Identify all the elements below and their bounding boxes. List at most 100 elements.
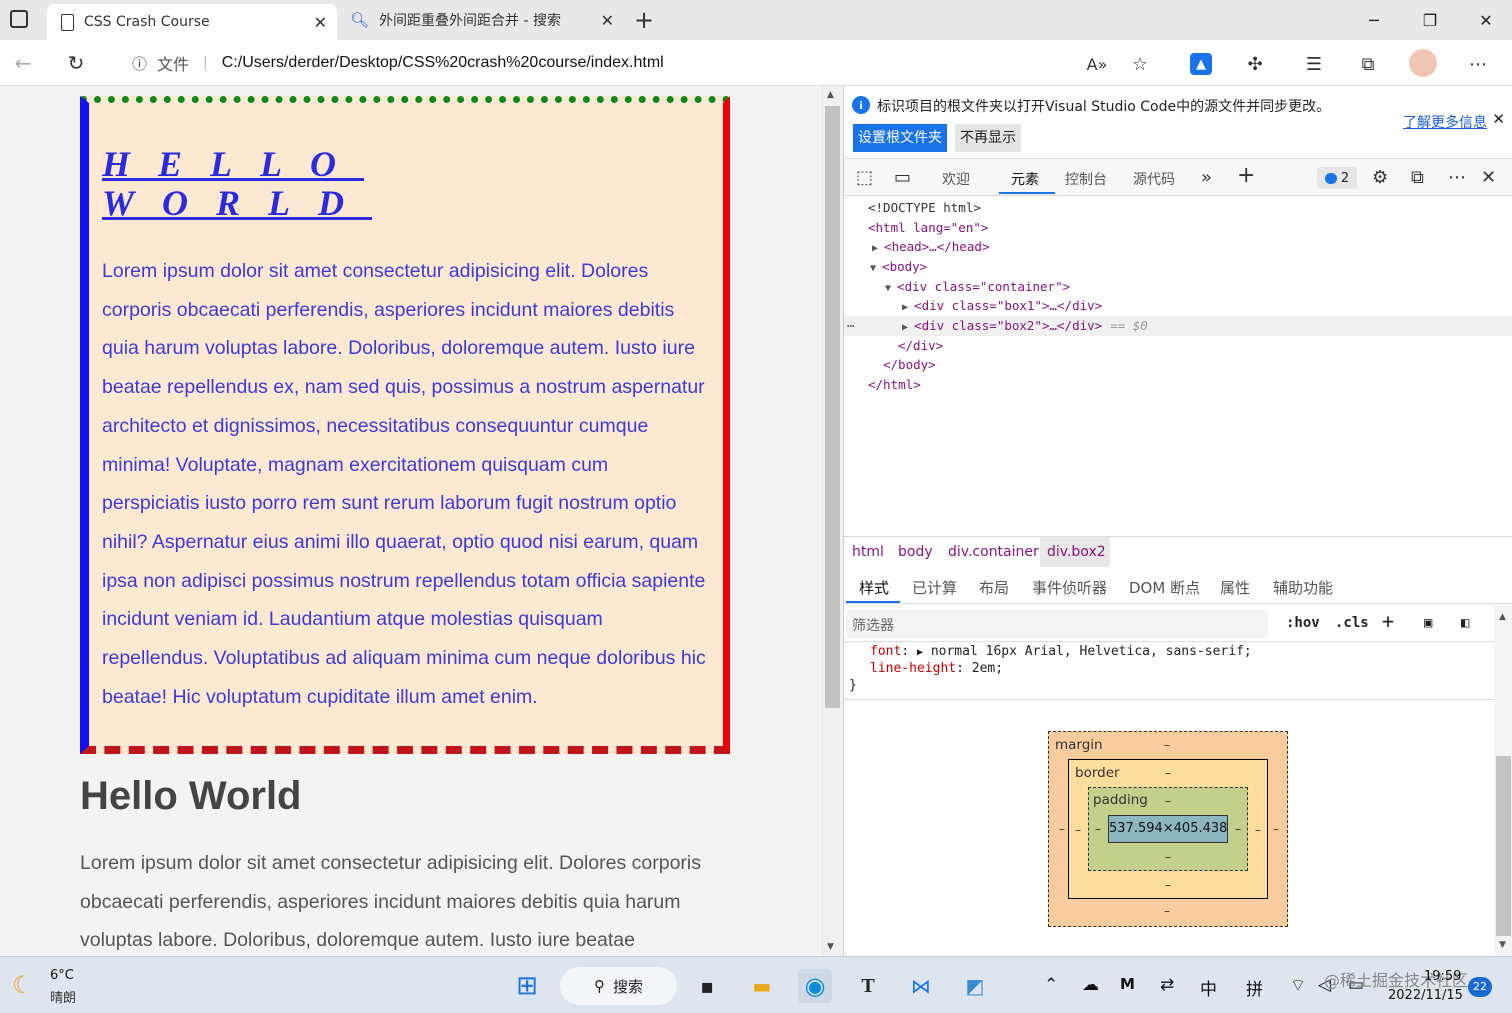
scroll-thumb[interactable] xyxy=(1496,756,1511,936)
margin-right-value[interactable]: – xyxy=(1273,822,1279,836)
wifi-icon[interactable]: ⌔ xyxy=(1290,975,1306,996)
margin-top-value[interactable]: – xyxy=(1164,738,1170,752)
ime-mode[interactable]: 拼 xyxy=(1246,975,1263,1000)
more-tabs-icon[interactable]: » xyxy=(1201,167,1212,188)
dom-line[interactable]: </body> xyxy=(883,355,936,375)
favorites-icon[interactable]: ☰ xyxy=(1303,53,1325,75)
tab-console[interactable]: 控制台 xyxy=(1065,169,1107,189)
padding-right-value[interactable]: – xyxy=(1235,822,1241,836)
more-icon[interactable]: ⋯ xyxy=(1467,53,1489,75)
minimize-icon[interactable]: ─ xyxy=(1346,0,1402,40)
url-text[interactable]: C:/Users/derder/Desktop/CSS%20crash%20co… xyxy=(222,54,664,72)
breadcrumb-box2[interactable]: div.box2 xyxy=(1047,544,1106,560)
padding-bottom-value[interactable]: – xyxy=(1165,850,1171,864)
collapse-arrow-icon[interactable]: ▼ xyxy=(870,263,882,274)
weather-moon-icon[interactable]: ☾ xyxy=(12,971,34,999)
weather-temp[interactable]: 6°C xyxy=(50,968,74,983)
new-style-rule-icon[interactable]: + xyxy=(1382,609,1394,633)
style-line-font[interactable]: font: ▶ normal 16px Arial, Helvetica, sa… xyxy=(870,644,1252,659)
expand-arrow-icon[interactable]: ▶ xyxy=(902,322,914,333)
margin-left-value[interactable]: – xyxy=(1059,822,1065,836)
dom-line[interactable]: </div> xyxy=(898,336,943,356)
cloud-icon[interactable]: ☁ xyxy=(1082,975,1099,995)
settings-icon[interactable]: ⚙ xyxy=(1372,167,1388,188)
app-icon[interactable]: ◩ xyxy=(958,969,992,1003)
dom-line[interactable]: ▼ <body> xyxy=(870,257,927,277)
border-left-value[interactable]: – xyxy=(1075,823,1081,837)
padding-left-value[interactable]: – xyxy=(1095,822,1101,836)
dom-line[interactable]: ▼ <div class="container"> xyxy=(885,277,1070,297)
dom-line-selected[interactable]: ▶ <div class="box2">…</div> == $0 xyxy=(902,316,1148,336)
edge-icon[interactable]: ◉ xyxy=(798,969,832,1003)
dom-line[interactable]: </html> xyxy=(868,375,921,395)
tab-actions-icon[interactable] xyxy=(10,10,28,28)
tab-welcome[interactable]: 欢迎 xyxy=(942,169,970,189)
padding-top-value[interactable]: – xyxy=(1165,794,1171,808)
toggle-sidebar-icon[interactable]: ◧ xyxy=(1461,615,1469,631)
inspect-icon[interactable]: ⬚ xyxy=(856,167,873,188)
vscode-icon[interactable]: ⋈ xyxy=(904,969,938,1003)
sync-icon[interactable]: ⇄ xyxy=(1160,975,1174,995)
more-options-icon[interactable]: ⋯ xyxy=(1448,167,1466,188)
clock-date[interactable]: 2022/11/15 xyxy=(1388,988,1463,1003)
breadcrumb-body[interactable]: body xyxy=(898,544,933,560)
filter-input[interactable] xyxy=(846,610,1268,638)
tab-computed[interactable]: 已计算 xyxy=(912,577,957,598)
styles-scrollbar[interactable]: ▲ ▼ xyxy=(1494,606,1512,956)
collections-icon[interactable]: ⧉ xyxy=(1357,53,1379,75)
ime-lang[interactable]: 中 xyxy=(1200,975,1217,1000)
tab-sources[interactable]: 源代码 xyxy=(1133,169,1175,189)
close-tab-icon[interactable]: ✕ xyxy=(314,13,327,32)
notification-badge[interactable]: 22 xyxy=(1468,977,1492,997)
refresh-icon[interactable]: ↻ xyxy=(63,50,89,76)
extensions-icon[interactable]: ✣ xyxy=(1244,53,1266,75)
dom-line[interactable]: <html lang="en"> xyxy=(868,218,988,238)
dom-line[interactable]: ▶ <head>…</head> xyxy=(872,237,989,257)
device-emulation-icon[interactable]: ▭ xyxy=(894,167,911,188)
border-right-value[interactable]: – xyxy=(1255,823,1261,837)
address-bar[interactable]: ⓘ 文件 | C:/Users/derder/Desktop/CSS%20cra… xyxy=(112,46,1170,80)
file-explorer-icon[interactable]: ▬ xyxy=(745,969,779,1003)
tab-dom-breakpoints[interactable]: DOM 断点 xyxy=(1129,577,1200,598)
issues-badge[interactable]: 2 xyxy=(1317,167,1357,189)
tab-search[interactable]: 🔍︎ 外间距重叠外间距合并 - 搜索 ✕ xyxy=(340,0,624,40)
close-icon[interactable]: ✕ xyxy=(1492,110,1505,128)
cls-button[interactable]: .cls xyxy=(1335,615,1369,631)
breadcrumb-html[interactable]: html xyxy=(852,544,884,560)
tab-css-crash-course[interactable]: CSS Crash Course ✕ xyxy=(47,4,337,40)
close-tab-icon[interactable]: ✕ xyxy=(601,11,614,30)
expand-arrow-icon[interactable]: ▶ xyxy=(917,647,923,658)
scroll-up-icon[interactable]: ▲ xyxy=(827,90,834,100)
content-size[interactable]: 537.594×405.438 xyxy=(1108,815,1228,843)
back-icon[interactable]: ← xyxy=(10,50,36,76)
close-devtools-icon[interactable]: ✕ xyxy=(1481,167,1496,188)
page-scrollbar[interactable]: ▲ ▼ xyxy=(822,86,842,956)
app-tray-icon[interactable]: M xyxy=(1120,975,1135,993)
tab-properties[interactable]: 属性 xyxy=(1220,577,1250,598)
dom-line[interactable]: <!DOCTYPE html> xyxy=(868,198,981,218)
show-hidden-icons[interactable]: ⌃ xyxy=(1044,975,1058,995)
tab-accessibility[interactable]: 辅助功能 xyxy=(1273,577,1333,598)
tab-event-listeners[interactable]: 事件侦听器 xyxy=(1032,577,1107,598)
border-bottom-value[interactable]: – xyxy=(1165,878,1171,892)
border-top-value[interactable]: – xyxy=(1165,766,1171,780)
hov-button[interactable]: :hov xyxy=(1286,615,1320,631)
scroll-up-icon[interactable]: ▲ xyxy=(1499,612,1506,622)
paint-icon[interactable]: ▣ xyxy=(1424,615,1432,631)
breadcrumb-container[interactable]: div.container xyxy=(948,544,1039,560)
expand-arrow-icon[interactable]: ▶ xyxy=(872,243,884,254)
typora-icon[interactable]: T xyxy=(851,969,885,1003)
new-tab-icon[interactable]: + xyxy=(634,6,654,34)
style-line-line-height[interactable]: line-height: 2em; xyxy=(870,661,1003,676)
dock-icon[interactable]: ⧉ xyxy=(1411,167,1424,188)
clock-time[interactable]: 19:59 xyxy=(1424,969,1461,984)
profile-avatar[interactable] xyxy=(1409,49,1437,77)
margin-bottom-value[interactable]: – xyxy=(1164,904,1170,918)
scroll-down-icon[interactable]: ▼ xyxy=(1499,940,1506,950)
scroll-thumb[interactable] xyxy=(825,106,840,708)
tab-layout[interactable]: 布局 xyxy=(979,577,1009,598)
add-tab-icon[interactable]: + xyxy=(1237,163,1255,188)
start-icon[interactable]: ⊞ xyxy=(510,969,544,1003)
tab-elements[interactable]: 元素 xyxy=(1011,169,1039,189)
read-aloud-icon[interactable]: A» xyxy=(1086,53,1108,75)
